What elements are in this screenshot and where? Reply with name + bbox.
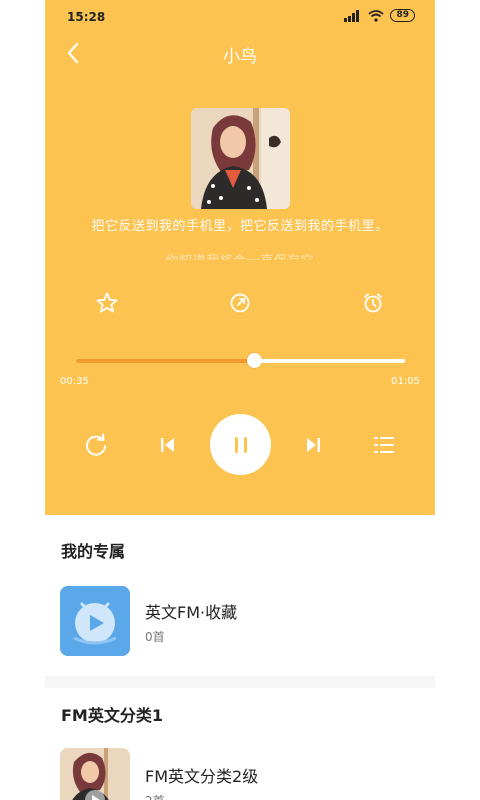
status-bar: 15:28 89 bbox=[45, 0, 435, 34]
category-thumbnail bbox=[60, 748, 130, 800]
progress-fill bbox=[76, 359, 254, 363]
skip-previous-icon bbox=[161, 438, 174, 452]
album-art-illustration bbox=[191, 108, 290, 209]
pause-button[interactable] bbox=[210, 414, 271, 475]
playlist-icon bbox=[374, 437, 394, 453]
status-icons: 89 bbox=[344, 9, 415, 22]
list-item-subtitle: 2首 bbox=[145, 792, 165, 800]
album-cover bbox=[191, 108, 290, 209]
progress-slider[interactable] bbox=[76, 353, 405, 368]
battery-icon: 89 bbox=[390, 9, 415, 22]
next-button[interactable] bbox=[299, 431, 327, 459]
fm-radio-graphic bbox=[60, 586, 130, 656]
wifi-icon bbox=[368, 9, 385, 22]
star-icon bbox=[96, 292, 118, 313]
lyric-line-next: 你知道我将会一直保存它 bbox=[45, 250, 435, 260]
list-item-subtitle: 0首 bbox=[145, 630, 165, 644]
section-title-my-exclusive: 我的专属 bbox=[61, 542, 126, 561]
skip-next-icon bbox=[307, 438, 320, 452]
elapsed-time: 00:35 bbox=[60, 376, 89, 387]
progress-knob[interactable] bbox=[246, 353, 262, 368]
status-time: 15:28 bbox=[67, 10, 106, 24]
pause-icon bbox=[234, 436, 247, 453]
repeat-mode-button[interactable] bbox=[82, 431, 110, 459]
list-item-title: 英文FM·收藏 bbox=[145, 603, 238, 622]
section-title-fm-category: FM英文分类1 bbox=[61, 706, 163, 725]
share-icon bbox=[230, 293, 250, 313]
playlist-button[interactable] bbox=[370, 431, 398, 459]
share-button[interactable] bbox=[226, 289, 254, 317]
lyric-line-current: 把它反送到我的手机里，把它反送到我的手机里。 bbox=[91, 219, 389, 234]
previous-button[interactable] bbox=[154, 431, 182, 459]
player-panel: 15:28 89 小鸟 把它反送到我的手机里，把它反送到我的手机里。 00:35… bbox=[45, 0, 435, 515]
section-divider bbox=[45, 676, 435, 688]
favorite-button[interactable] bbox=[93, 289, 121, 317]
list-item-title: FM英文分类2级 bbox=[145, 767, 259, 786]
category-art bbox=[60, 748, 130, 800]
signal-icon bbox=[344, 9, 360, 22]
app-screen: 15:28 89 小鸟 把它反送到我的手机里，把它反送到我的手机里。 00:35… bbox=[45, 0, 435, 800]
alarm-clock-icon bbox=[364, 293, 382, 313]
repeat-icon bbox=[86, 433, 106, 456]
fm-radio-icon bbox=[60, 586, 130, 656]
total-duration: 01:05 bbox=[391, 376, 420, 387]
song-title: 小鸟 bbox=[223, 47, 257, 67]
timer-button[interactable] bbox=[359, 289, 387, 317]
